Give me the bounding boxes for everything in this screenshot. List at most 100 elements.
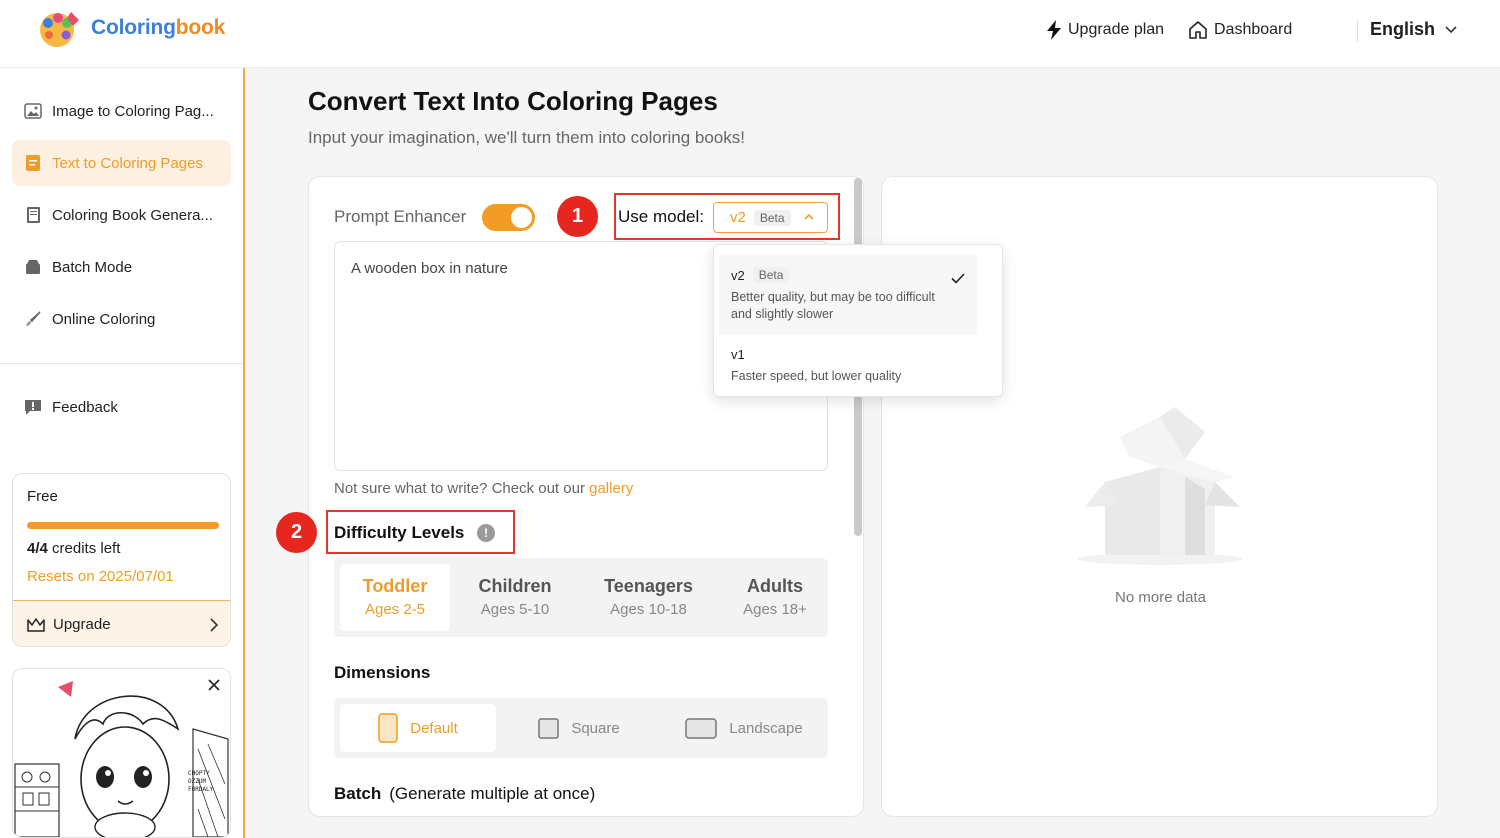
difficulty-name: Toddler <box>362 576 428 596</box>
sidebar-item-text-to-coloring[interactable]: Text to Coloring Pages <box>12 140 231 186</box>
annotation-badge-2: 2 <box>276 512 317 553</box>
portrait-icon <box>378 713 398 743</box>
model-option-v2[interactable]: v2 Beta Better quality, but may be too d… <box>719 255 977 335</box>
model-selected-value: v2 <box>730 209 746 226</box>
sidebar-item-label: Coloring Book Genera... <box>52 206 213 224</box>
header-divider <box>1357 20 1358 42</box>
beta-tag: Beta <box>752 267 790 283</box>
difficulty-selector: Toddler Ages 2-5 Children Ages 5-10 Teen… <box>334 558 828 637</box>
annotation-badge-1: 1 <box>557 196 598 237</box>
check-icon <box>951 273 965 284</box>
beta-tag: Beta <box>753 209 791 226</box>
svg-text:CHOPTY: CHOPTY <box>188 770 210 777</box>
sidebar-item-batch-mode[interactable]: Batch Mode <box>12 244 231 290</box>
prompt-enhancer-toggle[interactable] <box>482 204 535 231</box>
image-icon <box>24 102 42 120</box>
sidebar-item-coloring-book-generator[interactable]: Coloring Book Genera... <box>12 192 231 238</box>
sidebar-item-label: Batch Mode <box>52 258 133 276</box>
home-icon <box>1189 21 1207 39</box>
logo[interactable]: Coloringbook <box>37 8 225 48</box>
dimension-landscape[interactable]: Landscape <box>664 704 824 752</box>
language-label: English <box>1370 19 1436 39</box>
model-option-desc-line: Better quality, but may be too difficult <box>731 290 935 304</box>
sidebar-item-image-to-coloring[interactable]: Image to Coloring Pag... <box>12 88 231 134</box>
chevron-up-icon <box>804 213 814 220</box>
logo-text: Coloringbook <box>91 16 226 39</box>
empty-box-icon <box>1078 407 1242 565</box>
model-option-title: v1 <box>731 347 965 362</box>
stack-icon <box>24 258 42 276</box>
lightning-icon <box>1047 20 1061 40</box>
empty-state-text: No more data <box>1115 589 1206 606</box>
dimension-label: Square <box>571 719 620 737</box>
close-icon[interactable] <box>206 677 222 693</box>
credits-reset-date: Resets on 2025/07/01 <box>27 568 174 585</box>
palette-logo-icon <box>40 12 79 47</box>
gallery-hint-text: Not sure what to write? Check out our <box>334 480 585 497</box>
dashboard-label: Dashboard <box>1214 21 1293 38</box>
model-option-desc: Faster speed, but lower quality <box>731 368 965 385</box>
model-option-name: v1 <box>731 347 745 362</box>
sidebar-item-label: Text to Coloring Pages <box>52 154 203 172</box>
upgrade-button[interactable]: Upgrade <box>13 600 230 646</box>
difficulty-ages: Ages 5-10 <box>480 601 550 618</box>
landscape-icon <box>685 717 718 739</box>
sidebar: Image to Coloring Pag... Text to Colorin… <box>0 68 245 838</box>
difficulty-ages: Ages 10-18 <box>610 601 687 618</box>
difficulty-heading: Difficulty Levels <box>334 523 465 542</box>
sidebar-item-online-coloring[interactable]: Online Coloring <box>12 296 231 342</box>
difficulty-name: Adults <box>747 576 803 596</box>
upgrade-plan-label: Upgrade plan <box>1068 21 1165 38</box>
dimension-label: Default <box>410 719 458 737</box>
dimension-square[interactable]: Square <box>514 704 644 752</box>
coloring-girl-illustration-icon: CHOPTY OZZUM FORDALY <box>13 669 230 837</box>
difficulty-teenagers[interactable]: Teenagers Ages 10-18 <box>586 564 711 631</box>
difficulty-toddler[interactable]: Toddler Ages 2-5 <box>340 564 450 631</box>
difficulty-adults[interactable]: Adults Ages 18+ <box>726 564 824 631</box>
gallery-hint: Not sure what to write? Check out our ga… <box>334 480 633 497</box>
difficulty-children[interactable]: Children Ages 5-10 <box>460 564 570 631</box>
credits-count: 4/4 <box>27 540 48 557</box>
dimension-label: Landscape <box>729 719 803 737</box>
sidebar-item-feedback[interactable]: Feedback <box>12 384 231 430</box>
use-model-label: Use model: <box>618 207 704 226</box>
chevron-right-icon <box>210 617 218 632</box>
square-icon <box>538 717 560 739</box>
sidebar-item-label: Image to Coloring Pag... <box>52 102 214 120</box>
credits-progress-bar <box>27 522 219 529</box>
upgrade-label: Upgrade <box>53 616 111 633</box>
difficulty-ages: Ages 18+ <box>743 601 807 618</box>
model-option-desc: Better quality, but may be too difficult… <box>731 289 965 323</box>
feedback-icon <box>24 398 42 416</box>
difficulty-name: Teenagers <box>604 576 693 596</box>
page-subtitle: Input your imagination, we'll turn them … <box>308 128 745 147</box>
plan-title: Free <box>27 488 58 505</box>
chevron-down-icon <box>1445 25 1457 33</box>
sidebar-divider <box>0 363 243 364</box>
dashboard-link[interactable]: Dashboard <box>1188 20 1292 40</box>
crown-icon <box>27 617 45 632</box>
upgrade-plan-link[interactable]: Upgrade plan <box>1046 20 1164 40</box>
info-icon[interactable]: ! <box>477 524 495 542</box>
credits-suffix: credits left <box>52 540 121 557</box>
language-select[interactable]: English <box>1370 19 1457 40</box>
dimension-default[interactable]: Default <box>340 704 496 752</box>
model-dropdown: v2 Beta Better quality, but may be too d… <box>713 244 1003 397</box>
credits-text: 4/4 credits left <box>27 540 120 557</box>
batch-title: Batch <box>334 784 382 803</box>
model-select[interactable]: v2 Beta <box>713 202 828 233</box>
prompt-enhancer-label: Prompt Enhancer <box>334 207 467 226</box>
batch-heading: Batch (Generate multiple at once) <box>334 784 595 804</box>
sidebar-item-label: Feedback <box>52 398 118 416</box>
svg-text:FORDALY: FORDALY <box>188 786 214 793</box>
gallery-link[interactable]: gallery <box>589 480 633 497</box>
svg-text:OZZUM: OZZUM <box>188 778 206 785</box>
sidebar-item-label: Online Coloring <box>52 310 156 328</box>
model-option-title: v2 Beta <box>731 267 965 283</box>
model-option-desc-line: Faster speed, but lower quality <box>731 369 902 383</box>
model-option-v1[interactable]: v1 Faster speed, but lower quality <box>719 335 977 397</box>
top-header: Coloringbook Upgrade plan Dashboard Engl… <box>0 0 1500 68</box>
promo-banner[interactable]: CHOPTY OZZUM FORDALY <box>12 668 231 838</box>
difficulty-ages: Ages 2-5 <box>364 601 426 618</box>
model-option-desc-line: and slightly slower <box>731 307 834 321</box>
